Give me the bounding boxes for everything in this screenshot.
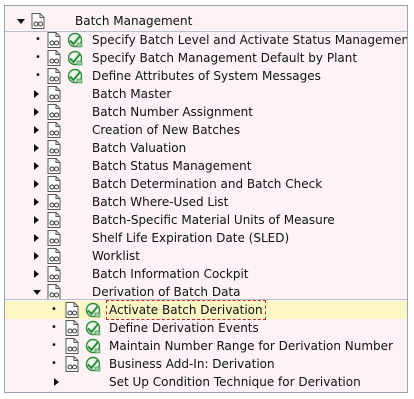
expand-triangle-icon[interactable] — [34, 198, 39, 206]
tree-item[interactable]: Batch Number Assignment — [5, 103, 407, 121]
documentation-icon[interactable] — [65, 320, 79, 336]
tree-item-label: Set Up Condition Technique for Derivatio… — [109, 375, 361, 389]
expand-triangle-icon[interactable] — [34, 270, 39, 278]
documentation-icon[interactable] — [47, 32, 61, 48]
tree-item[interactable]: Shelf Life Expiration Date (SLED) — [5, 229, 407, 247]
tree-item-label: Activate Batch Derivation — [106, 300, 266, 320]
documentation-icon[interactable] — [65, 302, 79, 318]
collapse-triangle-icon[interactable] — [17, 19, 25, 24]
documentation-icon[interactable] — [47, 140, 61, 156]
tree-item-label: Specify Batch Management Default by Plan… — [92, 51, 358, 65]
tree-item-label: Shelf Life Expiration Date (SLED) — [92, 231, 290, 245]
tree-item[interactable]: • Specify Batch Level and Activate Status… — [5, 31, 407, 49]
documentation-icon[interactable] — [31, 13, 45, 29]
expand-triangle-icon[interactable] — [34, 252, 39, 260]
expand-triangle-icon[interactable] — [54, 378, 59, 386]
execute-activity-icon[interactable] — [67, 68, 83, 84]
documentation-icon[interactable] — [47, 266, 61, 282]
bullet-icon: • — [35, 52, 41, 63]
tree-item-label: Batch Determination and Batch Check — [92, 177, 323, 191]
tree-item-label: Define Attributes of System Messages — [92, 69, 321, 83]
tree-item[interactable]: Batch Master — [5, 85, 407, 103]
documentation-icon[interactable] — [47, 284, 61, 300]
tree-item-label: Batch Valuation — [92, 141, 187, 155]
tree-item[interactable]: Set Up Condition Technique for Derivatio… — [5, 373, 407, 391]
tree-item-label: Creation of New Batches — [92, 123, 241, 137]
documentation-icon[interactable] — [47, 158, 61, 174]
tree-item-label: Batch Number Assignment — [92, 105, 253, 119]
documentation-icon[interactable] — [47, 230, 61, 246]
expand-triangle-icon[interactable] — [34, 108, 39, 116]
bullet-icon: • — [35, 34, 41, 45]
tree-root[interactable]: Batch Management — [5, 12, 407, 30]
tree-item-label: Define Derivation Events — [109, 321, 259, 335]
tree-item[interactable]: Batch Where-Used List — [5, 193, 407, 211]
expand-triangle-icon[interactable] — [34, 234, 39, 242]
documentation-icon[interactable] — [65, 338, 79, 354]
expand-triangle-icon[interactable] — [34, 144, 39, 152]
expand-triangle-icon[interactable] — [34, 162, 39, 170]
bullet-icon: • — [51, 358, 57, 369]
tree-item[interactable]: Batch Information Cockpit — [5, 265, 407, 283]
execute-activity-icon[interactable] — [85, 356, 101, 372]
tree-item[interactable]: • Activate Batch Derivation — [5, 300, 407, 320]
tree-item-label: Specify Batch Level and Activate Status … — [92, 33, 408, 47]
execute-activity-icon[interactable] — [67, 50, 83, 66]
tree-item-label: Maintain Number Range for Derivation Num… — [109, 339, 393, 353]
tree-item[interactable]: Batch-Specific Material Units of Measure — [5, 211, 407, 229]
bullet-icon: • — [35, 70, 41, 81]
tree-item[interactable]: Batch Valuation — [5, 139, 407, 157]
tree-item-label: Batch Information Cockpit — [92, 267, 249, 281]
tree-item[interactable]: • Maintain Number Range for Derivation Nu… — [5, 337, 407, 355]
bullet-icon: • — [51, 304, 57, 315]
expand-triangle-icon[interactable] — [34, 90, 39, 98]
tree-item[interactable]: Batch Determination and Batch Check — [5, 175, 407, 193]
tree-root-label: Batch Management — [75, 14, 193, 28]
tree-item[interactable]: Creation of New Batches — [5, 121, 407, 139]
tree-item-label: Worklist — [92, 249, 141, 263]
tree-item[interactable]: • Specify Batch Management Default by Pla… — [5, 49, 407, 67]
tree-item[interactable]: Worklist — [5, 247, 407, 265]
subsection-divider — [5, 299, 407, 300]
expand-triangle-icon[interactable] — [34, 126, 39, 134]
documentation-icon[interactable] — [47, 104, 61, 120]
collapse-triangle-icon[interactable] — [33, 290, 41, 295]
tree-item[interactable]: • Business Add-In: Derivation — [5, 355, 407, 373]
documentation-icon[interactable] — [47, 86, 61, 102]
execute-activity-icon[interactable] — [85, 320, 101, 336]
tree-item-label: Batch Status Management — [92, 159, 252, 173]
tree-item-label: Business Add-In: Derivation — [109, 357, 275, 371]
execute-activity-icon[interactable] — [67, 32, 83, 48]
documentation-icon[interactable] — [47, 68, 61, 84]
tree-item-label: Batch Master — [92, 87, 172, 101]
documentation-icon[interactable] — [47, 194, 61, 210]
bullet-icon: • — [51, 340, 57, 351]
tree-item[interactable]: • Define Derivation Events — [5, 319, 407, 337]
documentation-icon[interactable] — [47, 212, 61, 228]
tree-item[interactable]: • Define Attributes of System Messages — [5, 67, 407, 85]
tree-item-label: Batch-Specific Material Units of Measure — [92, 213, 335, 227]
customizing-tree: Batch Management • Specify Batch Level an… — [4, 5, 408, 393]
documentation-icon[interactable] — [47, 176, 61, 192]
bullet-icon: • — [51, 322, 57, 333]
execute-activity-icon[interactable] — [85, 338, 101, 354]
tree-item-label: Batch Where-Used List — [92, 195, 229, 209]
documentation-icon[interactable] — [65, 356, 79, 372]
documentation-icon[interactable] — [47, 50, 61, 66]
documentation-icon[interactable] — [47, 122, 61, 138]
documentation-icon[interactable] — [47, 248, 61, 264]
expand-triangle-icon[interactable] — [34, 216, 39, 224]
execute-activity-icon[interactable] — [85, 302, 101, 318]
tree-item[interactable]: Batch Status Management — [5, 157, 407, 175]
expand-triangle-icon[interactable] — [34, 180, 39, 188]
